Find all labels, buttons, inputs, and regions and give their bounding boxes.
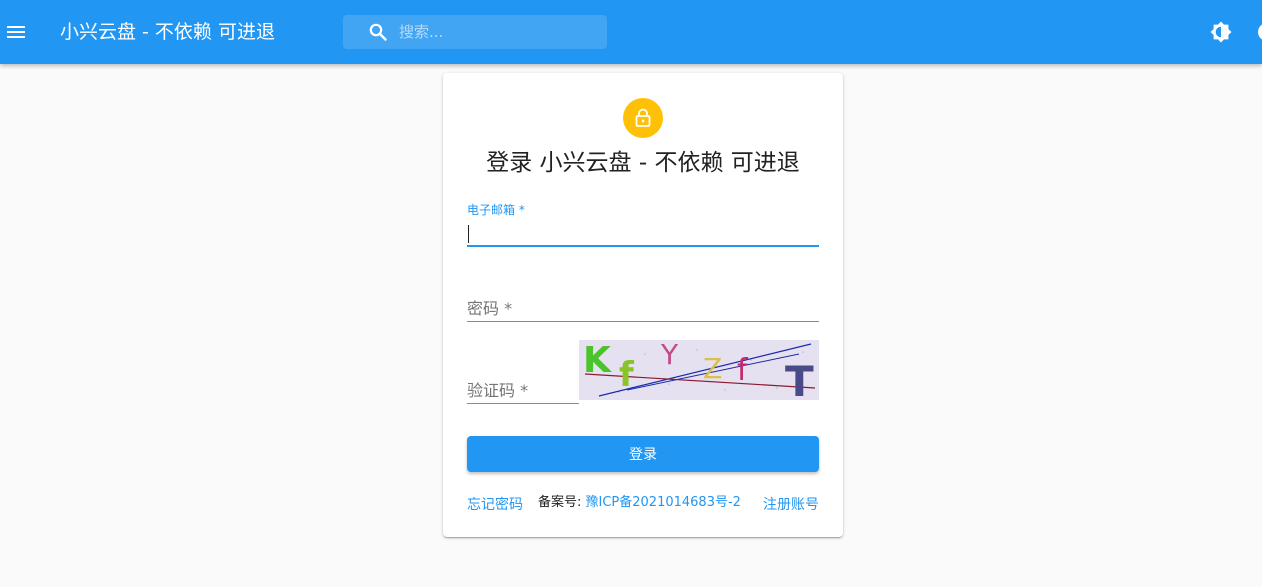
- app-bar: 小兴云盘 - 不依赖 可进退: [0, 0, 1262, 64]
- search-icon: [369, 23, 387, 41]
- lock-icon: [635, 108, 651, 127]
- account-icon[interactable]: [1255, 20, 1262, 44]
- search-box[interactable]: [343, 15, 607, 49]
- search-input[interactable]: [399, 15, 599, 49]
- text-cursor: [468, 225, 469, 243]
- icp-prefix: 备案号:: [538, 495, 586, 510]
- captcha-char: T: [785, 357, 814, 400]
- email-label: 电子邮箱 *: [467, 203, 525, 217]
- icp-link[interactable]: 豫ICP备2021014683号-2: [586, 495, 741, 510]
- brightness-icon[interactable]: [1209, 20, 1233, 44]
- email-field[interactable]: [467, 219, 819, 247]
- lock-avatar: [623, 98, 663, 138]
- captcha-label: 验证码 *: [467, 381, 529, 400]
- menu-icon[interactable]: [4, 20, 28, 44]
- captcha-char: f: [619, 355, 635, 395]
- login-card: 登录 小兴云盘 - 不依赖 可进退 电子邮箱 * 密码 * 验证码 * K f …: [443, 73, 843, 537]
- icp-record: 备案号: 豫ICP备2021014683号-2: [538, 491, 741, 510]
- captcha-char: Z: [703, 352, 722, 385]
- captcha-char: f: [737, 353, 749, 388]
- captcha-char: K: [583, 340, 612, 381]
- password-label: 密码 *: [467, 299, 513, 318]
- captcha-char: Y: [660, 340, 679, 371]
- forgot-password-link[interactable]: 忘记密码: [467, 494, 523, 514]
- register-link[interactable]: 注册账号: [763, 494, 819, 514]
- captcha-image[interactable]: K f Y Z f T: [579, 340, 819, 400]
- login-title: 登录 小兴云盘 - 不依赖 可进退: [486, 150, 800, 176]
- password-field[interactable]: [467, 293, 819, 322]
- app-title: 小兴云盘 - 不依赖 可进退: [60, 21, 275, 43]
- login-button[interactable]: 登录: [467, 436, 819, 472]
